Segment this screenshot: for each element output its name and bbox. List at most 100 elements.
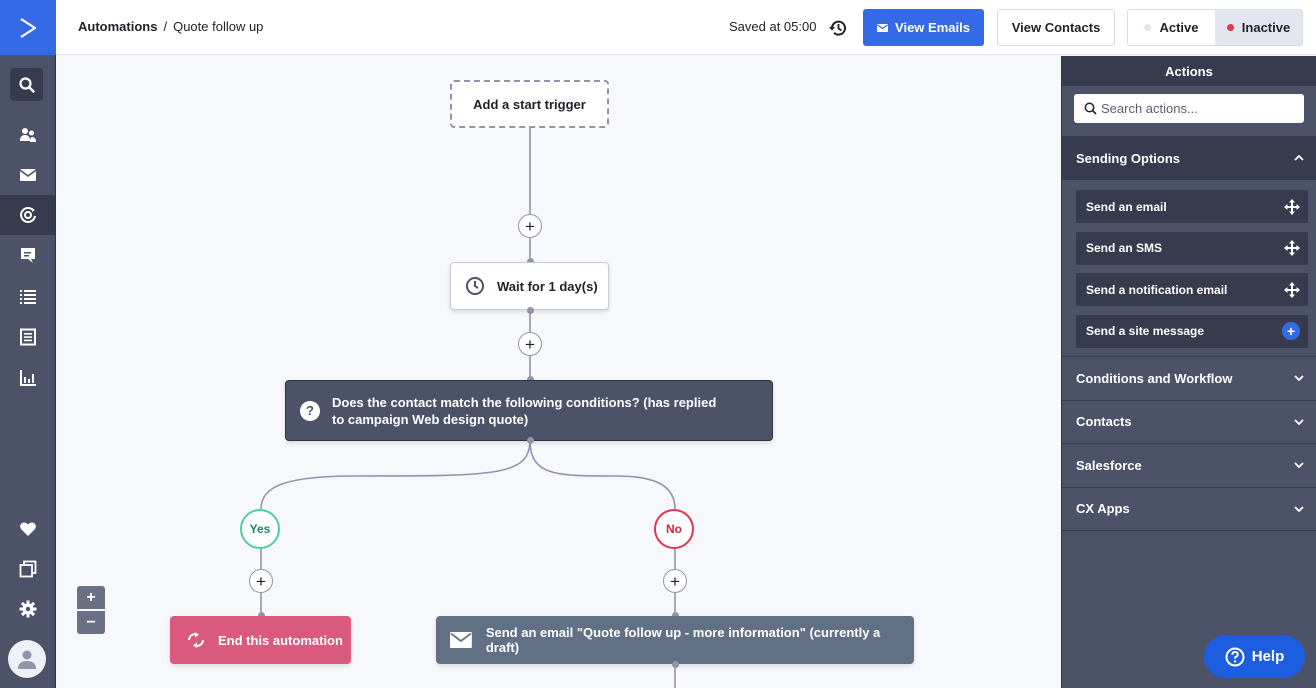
breadcrumb-current: Quote follow up xyxy=(173,19,264,34)
section-sending-options[interactable]: Sending Options xyxy=(1062,136,1316,180)
nav-reports[interactable] xyxy=(0,358,55,398)
move-icon xyxy=(1284,198,1300,215)
branch-yes[interactable]: Yes xyxy=(240,509,280,549)
actions-panel: Actions Sending Options Send an email Se… xyxy=(1061,56,1316,688)
user-avatar[interactable] xyxy=(8,640,46,678)
saved-status: Saved at 05:00 xyxy=(729,19,817,34)
status-active-label: Active xyxy=(1159,20,1199,35)
action-label: Send a notification email xyxy=(1086,282,1228,297)
zoom-out-button[interactable]: − xyxy=(77,611,105,634)
logo-chevron-icon xyxy=(20,17,37,38)
history-icon[interactable] xyxy=(828,18,848,38)
connector-condition-yes xyxy=(260,439,531,510)
section-label: CX Apps xyxy=(1076,501,1130,517)
send-email-label: Send an email "Quote follow up - more in… xyxy=(485,625,881,655)
view-emails-label: View Emails xyxy=(895,20,970,35)
nav-forms[interactable] xyxy=(0,317,55,357)
action-send-site-message[interactable]: Send a site message + xyxy=(1076,314,1308,348)
search-actions-box xyxy=(1074,94,1304,123)
contacts-icon xyxy=(19,128,36,142)
nav-favorites[interactable] xyxy=(0,509,55,549)
inactive-dot-icon xyxy=(1226,24,1234,31)
wait-node[interactable]: Wait for 1 day(s) xyxy=(450,262,609,310)
plus-circle-icon[interactable]: + xyxy=(1282,322,1300,340)
question-icon: ? xyxy=(300,400,320,421)
workflow-canvas[interactable]: Add a start trigger + Wait for 1 day(s) … xyxy=(56,56,1061,688)
add-step-button[interactable]: + xyxy=(663,569,687,593)
condition-node[interactable]: ? Does the contact match the following c… xyxy=(285,380,773,441)
add-step-button[interactable]: + xyxy=(249,569,273,593)
branch-no[interactable]: No xyxy=(654,509,694,549)
breadcrumb-separator: / xyxy=(163,19,168,34)
help-icon xyxy=(1225,647,1245,666)
nav-search[interactable] xyxy=(10,68,43,101)
move-icon xyxy=(1284,240,1300,256)
actions-panel-title: Actions xyxy=(1062,56,1316,86)
zoom-in-button[interactable]: + xyxy=(77,586,105,611)
status-active-option[interactable]: Active xyxy=(1128,10,1215,45)
breadcrumb: Automations / Quote follow up xyxy=(78,19,263,34)
nav-lists[interactable] xyxy=(0,276,55,316)
action-label: Send an email xyxy=(1086,199,1167,214)
nav-pages[interactable] xyxy=(0,549,55,589)
search-icon xyxy=(18,76,35,93)
list-icon xyxy=(19,290,36,304)
section-label: Contacts xyxy=(1076,414,1132,430)
active-dot-icon xyxy=(1144,24,1152,31)
start-trigger-node[interactable]: Add a start trigger xyxy=(450,80,609,128)
search-icon xyxy=(1084,102,1097,115)
status-inactive-label: Inactive xyxy=(1241,20,1291,35)
section-cx-apps[interactable]: CX Apps xyxy=(1062,488,1316,531)
send-email-node[interactable]: Send an email "Quote follow up - more in… xyxy=(436,616,914,664)
section-conditions-workflow[interactable]: Conditions and Workflow xyxy=(1062,357,1316,401)
refresh-icon xyxy=(188,632,204,648)
move-icon xyxy=(1284,281,1300,298)
workflow-connectors xyxy=(260,128,676,688)
gear-icon xyxy=(19,600,36,618)
nav-automations[interactable] xyxy=(0,195,55,235)
wait-label: Wait for 1 day(s) xyxy=(497,278,598,294)
chevron-up-icon xyxy=(1294,155,1304,161)
heart-icon xyxy=(19,522,36,536)
nav-contacts[interactable] xyxy=(0,115,55,155)
status-inactive-option[interactable]: Inactive xyxy=(1215,10,1302,45)
nav-campaigns[interactable] xyxy=(0,155,55,195)
chevron-down-icon xyxy=(1294,419,1304,425)
section-contacts[interactable]: Contacts xyxy=(1062,401,1316,444)
view-emails-button[interactable]: View Emails xyxy=(863,9,984,46)
chevron-down-icon xyxy=(1294,462,1304,469)
action-label: Send an SMS xyxy=(1086,241,1163,255)
clock-icon xyxy=(466,277,484,295)
nav-settings[interactable] xyxy=(0,589,55,629)
nav-conversations[interactable] xyxy=(0,235,55,275)
add-step-button[interactable]: + xyxy=(518,214,542,238)
help-label: Help xyxy=(1251,648,1285,665)
connector-condition-no xyxy=(529,439,676,510)
help-button[interactable]: Help xyxy=(1204,635,1305,678)
action-send-email[interactable]: Send an email xyxy=(1076,190,1308,223)
chevron-down-icon xyxy=(1294,375,1304,382)
action-send-sms[interactable]: Send an SMS xyxy=(1076,231,1308,265)
chat-icon xyxy=(20,248,35,263)
status-toggle: Active Inactive xyxy=(1127,9,1303,46)
envelope-icon xyxy=(19,169,36,181)
logo[interactable] xyxy=(0,0,56,55)
connector-port xyxy=(527,307,534,314)
view-contacts-button[interactable]: View Contacts xyxy=(997,9,1115,46)
envelope-icon xyxy=(450,632,472,648)
section-label: Salesforce xyxy=(1076,457,1142,473)
bar-chart-icon xyxy=(19,370,36,386)
avatar-icon xyxy=(18,650,36,669)
section-label: Sending Options xyxy=(1076,150,1180,166)
search-actions-input[interactable] xyxy=(1101,101,1291,116)
section-salesforce[interactable]: Salesforce xyxy=(1062,444,1316,488)
action-send-notification-email[interactable]: Send a notification email xyxy=(1076,273,1308,306)
action-label: Send a site message xyxy=(1086,324,1205,338)
connector-port xyxy=(527,437,534,444)
end-automation-node[interactable]: End this automation xyxy=(170,616,351,664)
add-step-button[interactable]: + xyxy=(518,332,542,356)
end-automation-label: End this automation xyxy=(218,632,343,648)
zoom-controls: + − xyxy=(77,586,105,634)
envelope-icon xyxy=(877,23,889,32)
breadcrumb-automations[interactable]: Automations xyxy=(78,19,157,34)
